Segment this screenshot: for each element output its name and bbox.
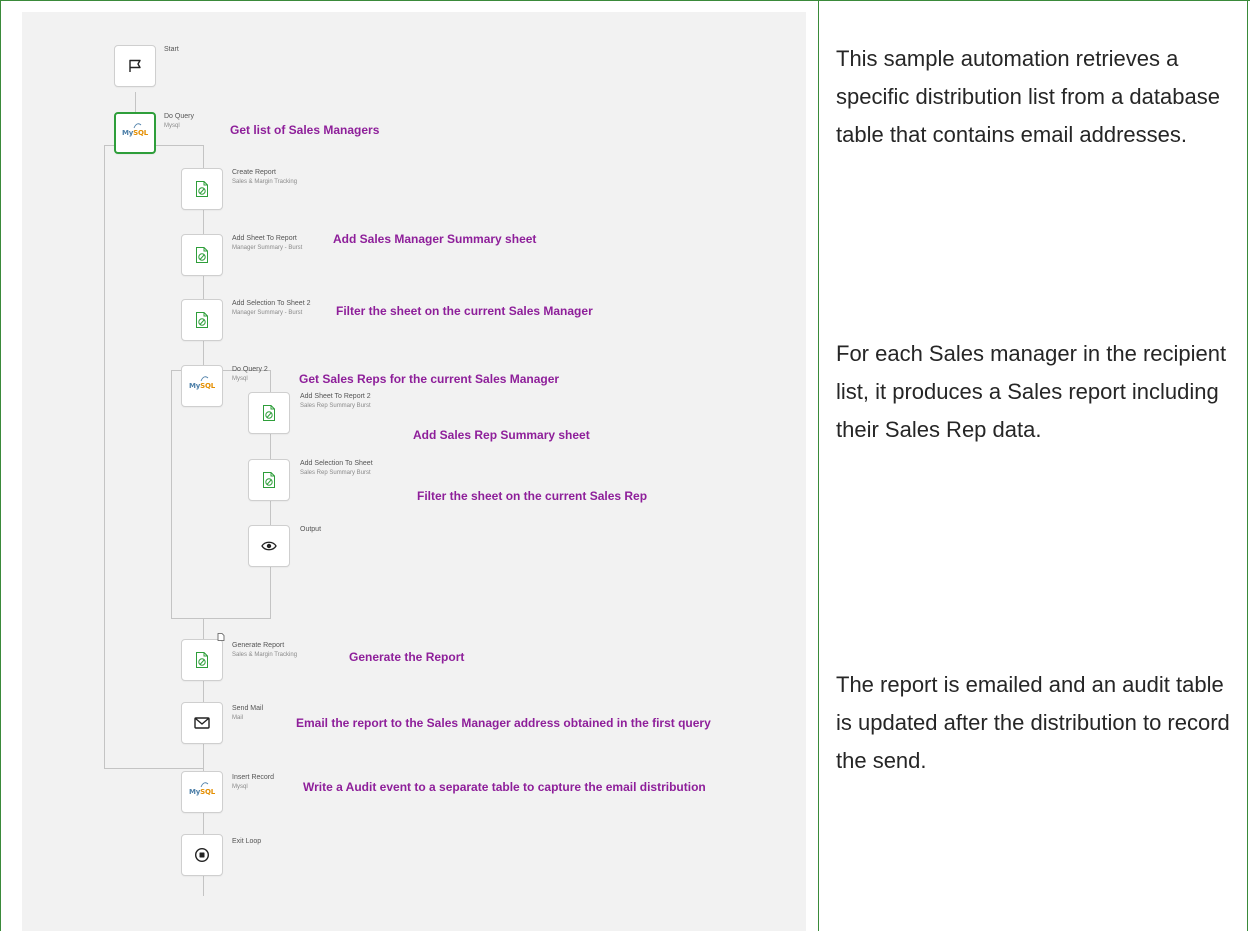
node-title: Add Selection To Sheet 2 bbox=[232, 300, 311, 307]
description-paragraph-1: This sample automation retrieves a speci… bbox=[836, 46, 1220, 147]
add-sheet-node[interactable] bbox=[181, 234, 223, 276]
node-subtitle: Sales & Margin Tracking bbox=[232, 179, 298, 185]
node-title: Add Sheet To Report 2 bbox=[300, 393, 371, 400]
report-icon bbox=[263, 472, 275, 488]
report-icon bbox=[196, 312, 208, 328]
node-title: Send Mail bbox=[232, 705, 264, 712]
description-paragraph-3: The report is emailed and an audit table… bbox=[836, 672, 1230, 773]
connector bbox=[203, 276, 204, 299]
node-subtitle: Mysql bbox=[164, 123, 180, 129]
annotation-add-selection: Filter the sheet on the current Sales Re… bbox=[417, 489, 648, 503]
mysql-icon: MySQL bbox=[189, 782, 215, 796]
annotation-do-query-2: Get Sales Reps for the current Sales Man… bbox=[299, 372, 560, 386]
annotation-add-selection-2: Filter the sheet on the current Sales Ma… bbox=[336, 304, 593, 318]
annotation-do-query: Get list of Sales Managers bbox=[230, 123, 380, 137]
add-selection-node[interactable] bbox=[248, 459, 290, 501]
connector bbox=[135, 92, 136, 112]
node-title: Start bbox=[164, 46, 179, 53]
document-badge-icon bbox=[217, 633, 225, 641]
node-title: Insert Record bbox=[232, 774, 275, 781]
node-subtitle: Sales Rep Summary Burst bbox=[300, 403, 371, 409]
connector bbox=[104, 768, 204, 769]
connector bbox=[203, 341, 204, 366]
mail-icon bbox=[194, 717, 210, 729]
node-subtitle: Manager Summary - Burst bbox=[232, 245, 303, 251]
node-title: Generate Report bbox=[232, 642, 285, 649]
connector bbox=[270, 432, 271, 459]
mysql-icon: MySQL bbox=[189, 376, 215, 390]
node-subtitle: Sales & Margin Tracking bbox=[232, 652, 298, 658]
connector bbox=[104, 145, 105, 768]
connector bbox=[270, 500, 271, 526]
connector bbox=[171, 370, 172, 618]
send-mail-node[interactable] bbox=[181, 702, 223, 744]
flag-icon bbox=[129, 59, 141, 72]
description-paragraph-2: For each Sales manager in the recipient … bbox=[836, 341, 1227, 442]
report-icon bbox=[196, 247, 208, 263]
node-title: Do Query bbox=[164, 113, 194, 120]
connector bbox=[270, 370, 271, 392]
connector bbox=[203, 812, 204, 834]
connector bbox=[270, 566, 271, 618]
node-title: Create Report bbox=[232, 169, 276, 176]
mysql-icon: MySQL bbox=[122, 123, 148, 137]
add-selection-2-node[interactable] bbox=[181, 299, 223, 341]
annotation-send-mail: Email the report to the Sales Manager ad… bbox=[296, 716, 711, 730]
node-title: Output bbox=[300, 526, 322, 533]
node-subtitle: Mail bbox=[232, 715, 244, 721]
node-title: Do Query 2 bbox=[232, 366, 268, 373]
output-node[interactable] bbox=[248, 525, 290, 567]
node-subtitle: Sales Rep Summary Burst bbox=[300, 470, 371, 476]
connector bbox=[171, 618, 271, 619]
add-sheet-2-node[interactable] bbox=[248, 392, 290, 434]
eye-icon bbox=[261, 541, 277, 551]
annotation-generate-report: Generate the Report bbox=[349, 650, 465, 664]
connector bbox=[203, 618, 204, 639]
do-query-node[interactable]: MySQL bbox=[114, 112, 156, 154]
do-query-2-node[interactable]: MySQL bbox=[181, 365, 223, 407]
generate-report-node[interactable] bbox=[181, 639, 223, 681]
report-icon bbox=[263, 405, 275, 421]
connector bbox=[203, 209, 204, 234]
column-divider bbox=[818, 0, 819, 931]
connector bbox=[203, 743, 204, 771]
exit-loop-node[interactable] bbox=[181, 834, 223, 876]
annotation-add-sheet-2: Add Sales Rep Summary sheet bbox=[413, 428, 590, 442]
start-node[interactable] bbox=[114, 45, 156, 87]
connector bbox=[203, 145, 204, 169]
create-report-node[interactable] bbox=[181, 168, 223, 210]
annotation-insert-record: Write a Audit event to a separate table … bbox=[303, 780, 706, 794]
stop-icon bbox=[194, 847, 210, 863]
insert-record-node[interactable]: MySQL bbox=[181, 771, 223, 813]
report-icon bbox=[196, 652, 208, 668]
node-title: Add Selection To Sheet bbox=[300, 460, 373, 467]
annotation-add-sheet: Add Sales Manager Summary sheet bbox=[333, 232, 537, 246]
node-subtitle: Mysql bbox=[232, 784, 248, 790]
node-title: Add Sheet To Report bbox=[232, 235, 297, 242]
automation-canvas: Start MySQL Do Query Mysql Get list of S… bbox=[22, 12, 806, 931]
node-subtitle: Mysql bbox=[232, 376, 248, 382]
connector bbox=[203, 874, 204, 896]
report-icon bbox=[196, 181, 208, 197]
node-subtitle: Manager Summary - Burst bbox=[232, 310, 303, 316]
node-title: Exit Loop bbox=[232, 838, 262, 845]
connector bbox=[203, 680, 204, 702]
